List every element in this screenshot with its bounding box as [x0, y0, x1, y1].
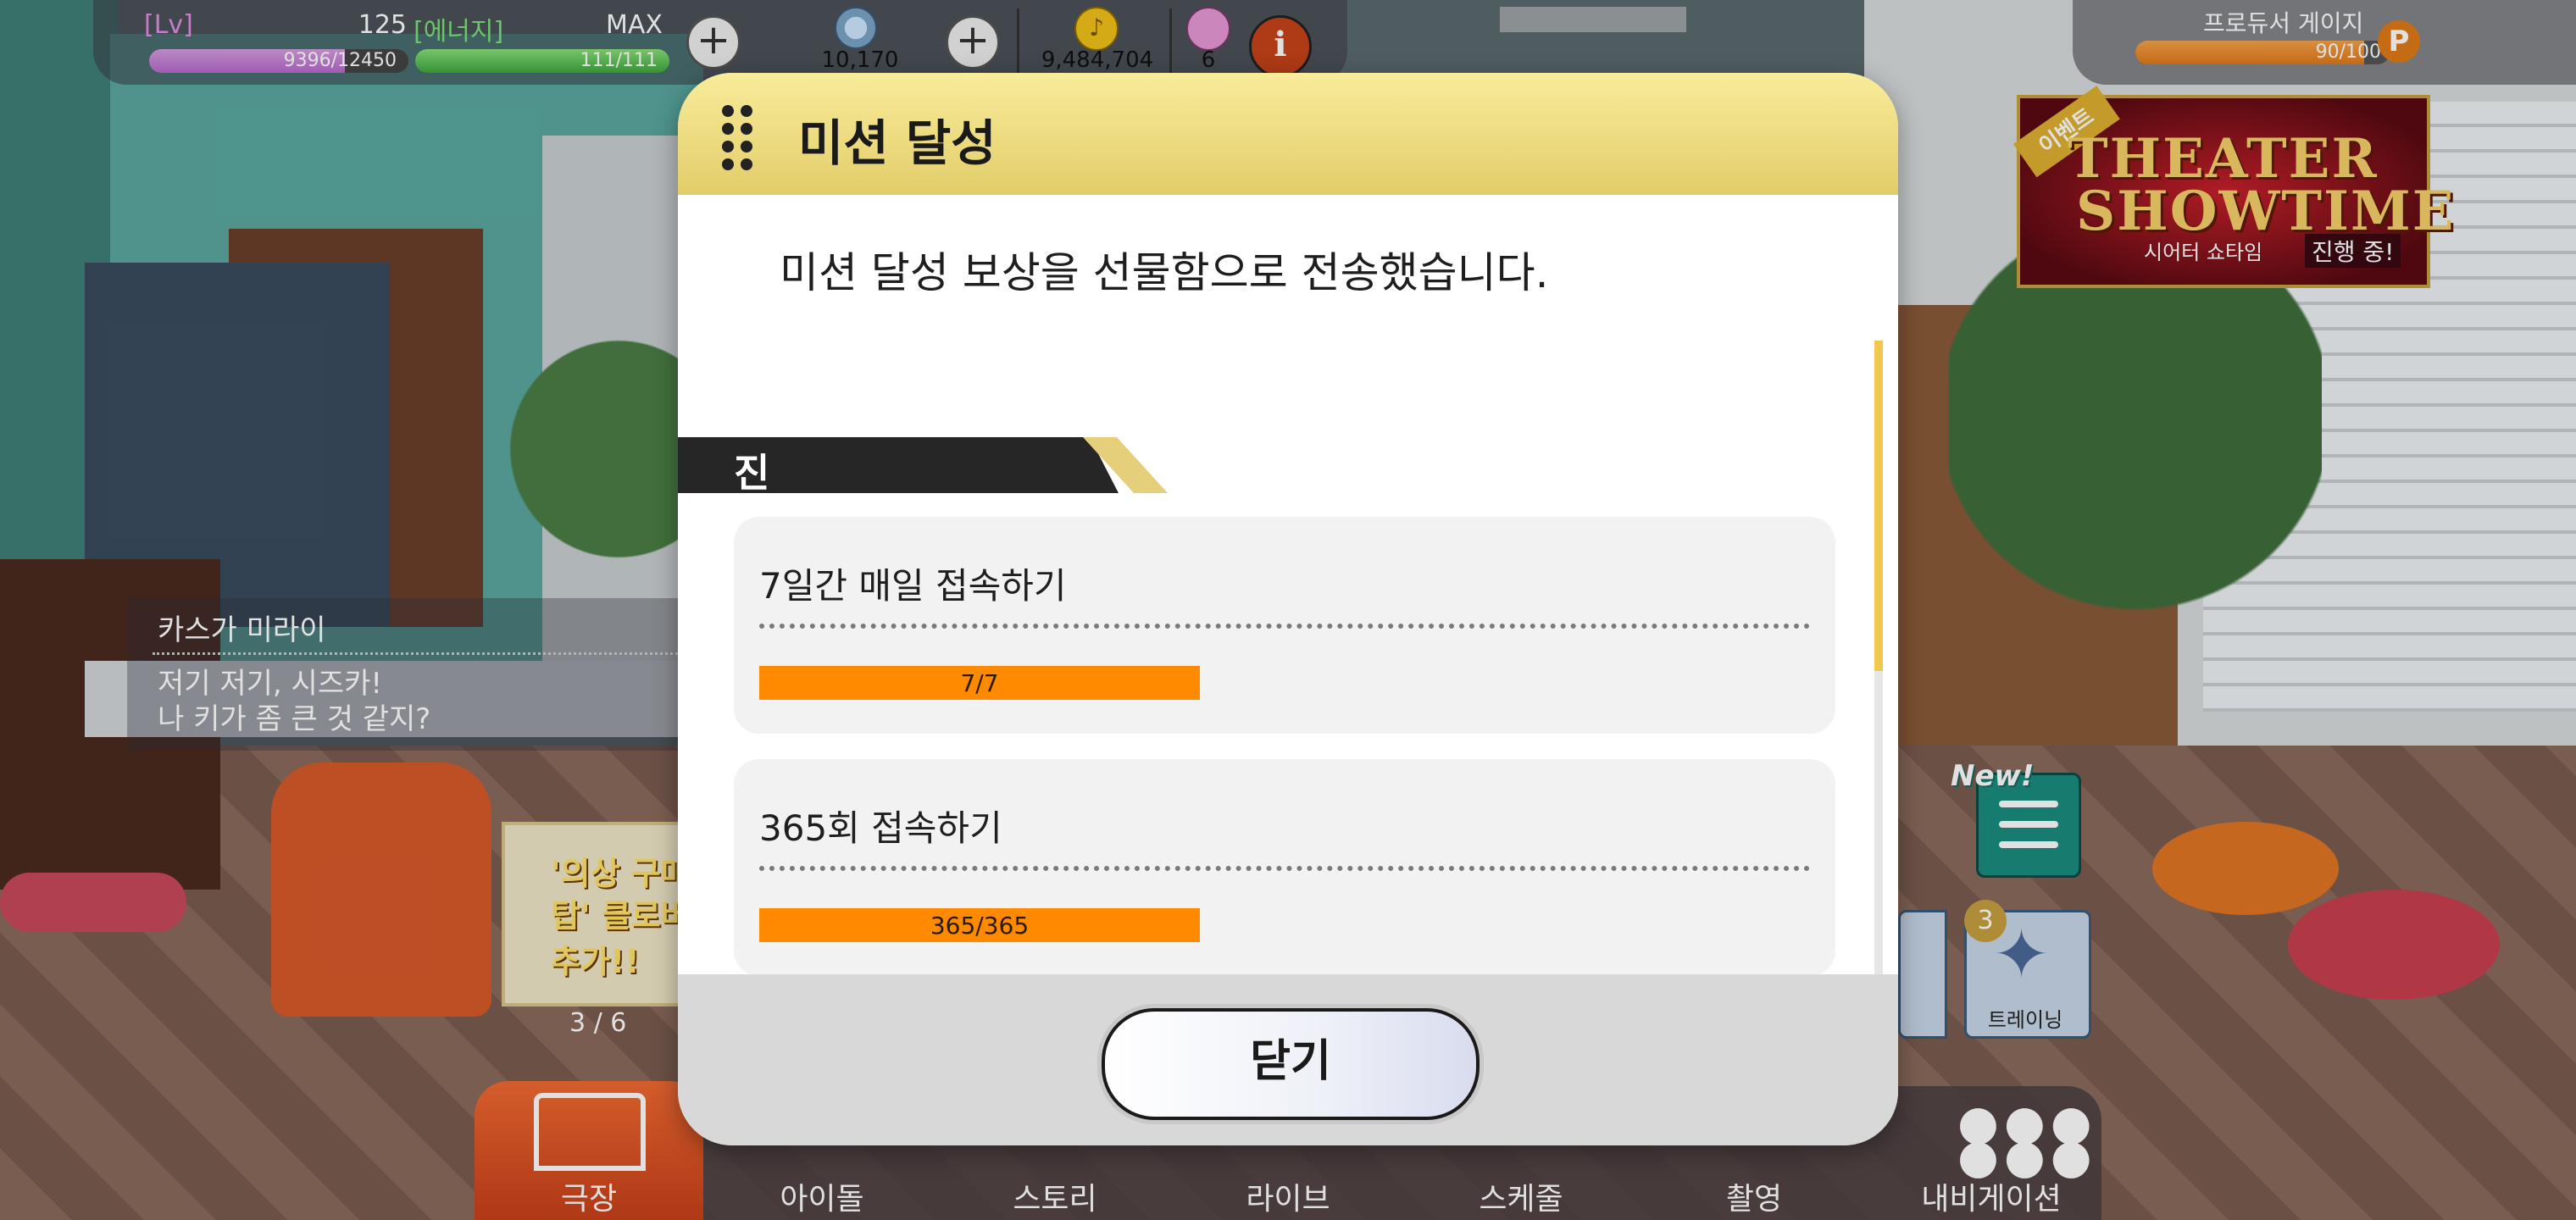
divider: [759, 866, 1810, 871]
close-button[interactable]: 닫기: [1102, 1008, 1480, 1120]
mission-card: 7일간 매일 접속하기 7/7: [734, 517, 1835, 734]
mission-progress-text: 7/7: [960, 669, 999, 697]
mission-progress-bar: 365/365: [759, 908, 1200, 942]
mission-scroll-area[interactable]: 진행도 7일간 매일 접속하기 7/7 365회 접속하기 365/365 보상: [678, 336, 1898, 1022]
mission-complete-dialog: 미션 달성 미션 달성 보상을 선물함으로 전송했습니다. 진행도 7일간 매일…: [678, 73, 1898, 1145]
mission-title: 365회 접속하기: [759, 807, 1002, 849]
mission-progress-text: 365/365: [930, 912, 1030, 940]
mission-progress-bar: 7/7: [759, 666, 1200, 700]
dialog-message: 미션 달성 보상을 선물함으로 전송했습니다.: [780, 248, 1549, 297]
dialog-title: 미션 달성: [798, 114, 997, 172]
divider: [759, 624, 1810, 629]
scrollbar-thumb[interactable]: [1874, 341, 1883, 671]
drag-handle-icon: [722, 105, 756, 170]
mission-title: 7일간 매일 접속하기: [759, 565, 1067, 607]
mission-card: 365회 접속하기 365/365: [734, 759, 1835, 976]
dialog-header: 미션 달성: [678, 73, 1898, 195]
